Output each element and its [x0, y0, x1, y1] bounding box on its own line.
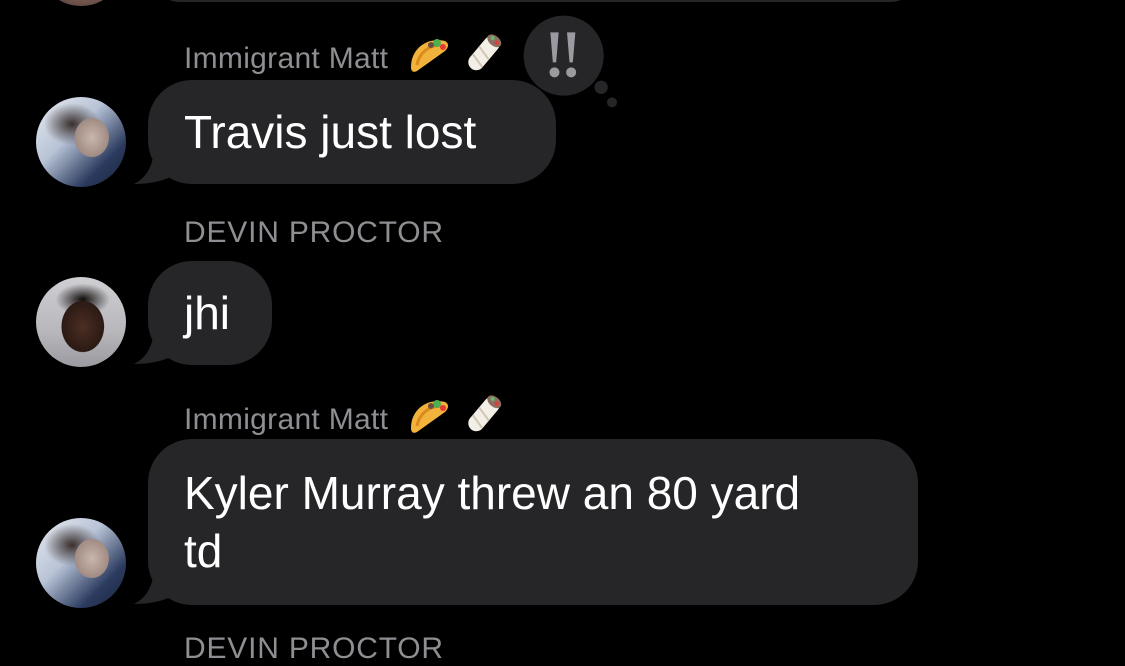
sender-name-text: Immigrant Matt — [184, 402, 389, 436]
sender-name: Immigrant Matt — [184, 34, 506, 86]
sender-name: DEVIN PROCTOR — [184, 632, 444, 666]
message-text: jhi — [184, 287, 231, 339]
message-text-line: Kyler Murray threw an 80 yard — [184, 467, 801, 519]
avatar-immigrant-matt[interactable] — [36, 518, 126, 608]
message-text-line: td — [184, 525, 223, 577]
message-bubble[interactable]: Travis just lost — [148, 80, 556, 184]
message-bubble[interactable]: Kyler Murray threw an 80 yard td — [148, 439, 918, 605]
avatar-devin-proctor[interactable] — [36, 277, 126, 367]
taco-emoji-icon — [407, 394, 451, 442]
message-text: Travis just lost — [184, 106, 477, 158]
burrito-emoji-icon — [462, 392, 506, 444]
sender-name: DEVIN PROCTOR — [184, 216, 444, 250]
sender-name-text: DEVIN PROCTOR — [184, 216, 444, 249]
reaction-bubble[interactable] — [522, 14, 622, 114]
message-bubble[interactable]: jhi — [148, 261, 272, 365]
sender-name-text: DEVIN PROCTOR — [184, 632, 444, 665]
burrito-emoji-icon — [462, 31, 506, 83]
sender-name-text: Immigrant Matt — [184, 41, 389, 75]
avatar-immigrant-matt[interactable] — [36, 97, 126, 187]
avatar-previous[interactable] — [40, 0, 122, 6]
message-bubble-previous[interactable] — [150, 0, 920, 2]
taco-emoji-icon — [407, 33, 451, 81]
